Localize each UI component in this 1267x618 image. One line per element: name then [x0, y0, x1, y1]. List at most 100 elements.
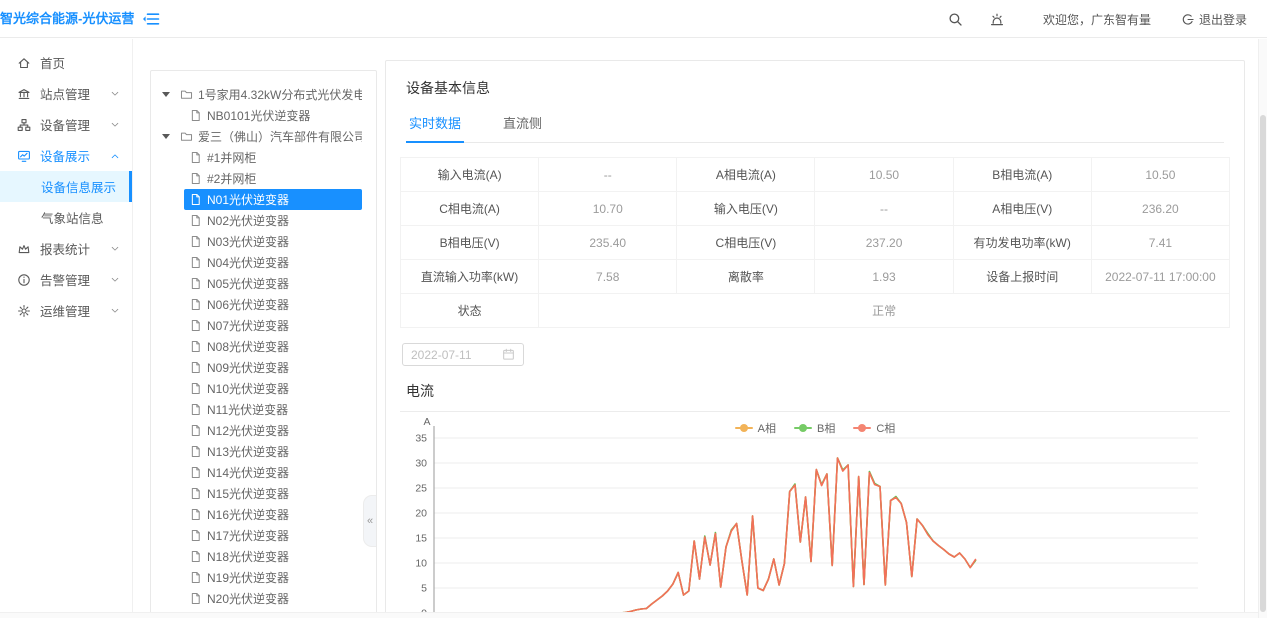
tree-collapse-handle[interactable]: « — [363, 495, 376, 547]
tree-device-row[interactable]: N09光伏逆变器 — [151, 357, 376, 378]
header-actions: 欢迎您，广东智有量 退出登录 — [922, 0, 1247, 38]
tree-node-content: N06光伏逆变器 — [184, 294, 362, 315]
tree-device-row[interactable]: N10光伏逆变器 — [151, 378, 376, 399]
sidebar-item-1[interactable]: 首页 — [0, 47, 132, 78]
chevron-down-icon — [110, 120, 120, 130]
device-data-table: 输入电流(A)--A相电流(A)10.50B相电流(A)10.50C相电流(A)… — [400, 157, 1230, 328]
table-cell-value: 7.41 — [1091, 226, 1229, 260]
svg-text:30: 30 — [415, 458, 427, 470]
device-tree: 1号家用4.32kW分布式光伏发电站NB0101光伏逆变器爱三（佛山）汽车部件有… — [151, 84, 376, 618]
chevron-down-icon — [110, 306, 120, 316]
table-cell-label: B相电压(V) — [401, 226, 539, 260]
table-cell-label: C相电流(A) — [401, 192, 539, 226]
file-icon — [189, 109, 202, 122]
tree-device-row[interactable]: N20光伏逆变器 — [151, 588, 376, 609]
table-cell-label: 直流输入功率(kW) — [401, 260, 539, 294]
tree-device-row[interactable]: N12光伏逆变器 — [151, 420, 376, 441]
tab-bar: 实时数据 直流侧 — [406, 113, 1224, 143]
file-icon — [189, 571, 202, 584]
tree-node-content: N19光伏逆变器 — [184, 567, 362, 588]
table-cell-value: 10.50 — [815, 158, 953, 192]
tree-device-row[interactable]: N15光伏逆变器 — [151, 483, 376, 504]
tree-device-row[interactable]: N13光伏逆变器 — [151, 441, 376, 462]
chevron-down-icon — [110, 89, 120, 99]
file-icon — [189, 529, 202, 542]
tree-device-row[interactable]: N11光伏逆变器 — [151, 399, 376, 420]
tree-node-content: N09光伏逆变器 — [184, 357, 362, 378]
sidebar-item-label: 气象站信息 — [41, 208, 104, 227]
tree-node-label: N17光伏逆变器 — [207, 527, 289, 544]
sidebar-item-6[interactable]: 气象站信息 — [0, 202, 132, 233]
tree-node-content: N08光伏逆变器 — [184, 336, 362, 357]
sidebar-item-8[interactable]: 告警管理 — [0, 264, 132, 295]
horizontal-scrollbar[interactable] — [0, 612, 1258, 618]
legend-dot-icon — [858, 424, 866, 432]
home-icon — [17, 56, 31, 70]
tree-device-row[interactable]: N07光伏逆变器 — [151, 315, 376, 336]
tree-device-row[interactable]: N06光伏逆变器 — [151, 294, 376, 315]
tree-device-row[interactable]: N18光伏逆变器 — [151, 546, 376, 567]
tree-device-row[interactable]: N01光伏逆变器 — [151, 189, 376, 210]
svg-text:15: 15 — [415, 533, 427, 545]
tab-2[interactable]: 直流侧 — [500, 113, 545, 142]
sidebar-item-label: 设备管理 — [40, 115, 90, 134]
search-icon[interactable] — [948, 12, 963, 27]
table-cell-value: 7.58 — [539, 260, 677, 294]
date-picker[interactable]: 2022-07-11 — [402, 343, 524, 366]
tree-node-content: N18光伏逆变器 — [184, 546, 362, 567]
table-cell-label: C相电压(V) — [677, 226, 815, 260]
chevron-down-icon — [110, 275, 120, 285]
tree-node-label: N13光伏逆变器 — [207, 443, 289, 460]
legend-item-B相[interactable]: B相 — [794, 420, 835, 436]
caret-down-icon[interactable] — [162, 92, 170, 97]
table-row: C相电流(A)10.70输入电压(V)--A相电压(V)236.20 — [401, 192, 1230, 226]
tree-device-row[interactable]: N16光伏逆变器 — [151, 504, 376, 525]
tree-device-row[interactable]: N19光伏逆变器 — [151, 567, 376, 588]
sidebar-item-7[interactable]: 报表统计 — [0, 233, 132, 264]
tree-node-content: 爱三（佛山）汽车部件有限公司光伏发 — [175, 126, 362, 147]
file-icon — [189, 151, 202, 164]
vertical-scrollbar-thumb[interactable] — [1260, 115, 1266, 612]
panel-title: 设备基本信息 — [406, 78, 1224, 98]
tree-device-row[interactable]: #1并网柜 — [151, 147, 376, 168]
date-value: 2022-07-11 — [411, 348, 472, 362]
tree-node-label: N05光伏逆变器 — [207, 275, 289, 292]
section-divider — [400, 411, 1230, 412]
tree-station-row[interactable]: 爱三（佛山）汽车部件有限公司光伏发 — [151, 126, 376, 147]
file-icon — [189, 592, 202, 605]
legend-label: B相 — [817, 420, 835, 436]
file-icon — [189, 361, 202, 374]
sidebar-item-3[interactable]: 设备管理 — [0, 109, 132, 140]
logout-button[interactable]: 退出登录 — [1181, 11, 1247, 28]
legend-item-A相[interactable]: A相 — [735, 420, 776, 436]
gear-icon — [17, 304, 31, 318]
tab-1[interactable]: 实时数据 — [406, 113, 464, 143]
sidebar-item-2[interactable]: 站点管理 — [0, 78, 132, 109]
sidebar-item-label: 告警管理 — [40, 270, 90, 289]
caret-down-icon[interactable] — [162, 134, 170, 139]
tree-device-row[interactable]: N14光伏逆变器 — [151, 462, 376, 483]
table-cell-value: 1.93 — [815, 260, 953, 294]
sidebar-item-5[interactable]: 设备信息展示 — [0, 171, 132, 202]
tree-device-row[interactable]: #2并网柜 — [151, 168, 376, 189]
tree-device-row[interactable]: N17光伏逆变器 — [151, 525, 376, 546]
current-chart: A相B相C相 05101520253035A00:0001:0002:0003:… — [400, 415, 1230, 618]
tree-device-row[interactable]: NB0101光伏逆变器 — [151, 105, 376, 126]
chevron-down-icon — [110, 244, 120, 254]
alarm-siren-icon[interactable] — [989, 12, 1005, 27]
tree-device-row[interactable]: N02光伏逆变器 — [151, 210, 376, 231]
tree-device-row[interactable]: N08光伏逆变器 — [151, 336, 376, 357]
legend-item-C相[interactable]: C相 — [853, 420, 895, 436]
sidebar-item-9[interactable]: 运维管理 — [0, 295, 132, 326]
vertical-scrollbar — [1258, 39, 1267, 618]
tree-node-label: N15光伏逆变器 — [207, 485, 289, 502]
tree-device-row[interactable]: N03光伏逆变器 — [151, 231, 376, 252]
sidebar-item-4[interactable]: 设备展示 — [0, 140, 132, 171]
tree-node-label: N03光伏逆变器 — [207, 233, 289, 250]
file-icon — [189, 445, 202, 458]
file-icon — [189, 214, 202, 227]
tree-device-row[interactable]: N05光伏逆变器 — [151, 273, 376, 294]
tree-device-row[interactable]: N04光伏逆变器 — [151, 252, 376, 273]
menu-fold-icon[interactable] — [142, 12, 160, 26]
tree-station-row[interactable]: 1号家用4.32kW分布式光伏发电站 — [151, 84, 376, 105]
